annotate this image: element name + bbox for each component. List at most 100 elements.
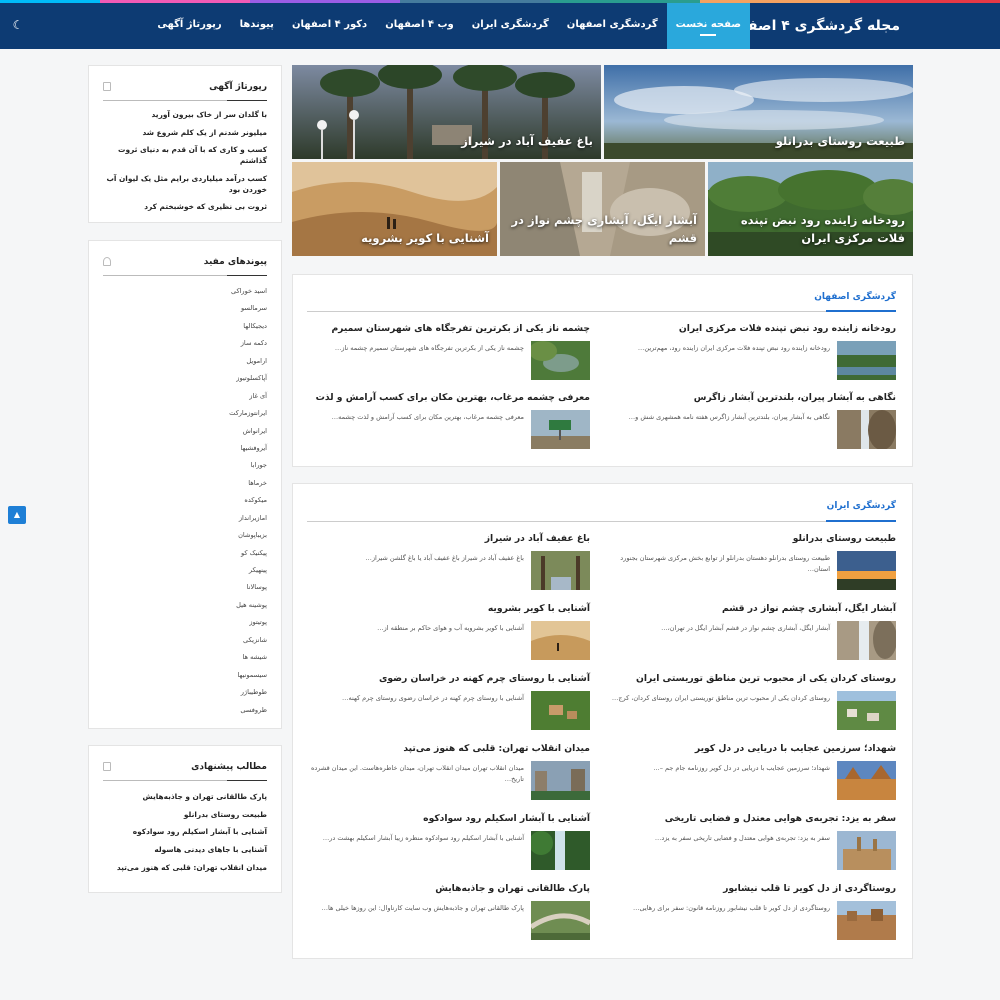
section-title[interactable]: گردشگری ایران — [827, 501, 896, 511]
nav-item-iran-tourism[interactable]: گردشگری ایران — [463, 3, 558, 49]
link-item[interactable]: خرماها — [97, 475, 267, 492]
link-item[interactable]: امازیرانداز — [97, 510, 267, 527]
post-excerpt: سفر به یزد: تجربه‌ی هوایی معتدل و فضایی … — [654, 834, 830, 842]
scroll-to-top-button[interactable]: ▲ — [8, 506, 26, 524]
river-thumbnail[interactable] — [837, 341, 896, 380]
link-item[interactable]: دکمه ساز — [97, 335, 267, 352]
link-item[interactable]: جورابا — [97, 457, 267, 474]
list-item[interactable]: میلیونر شدنم از یک کلم شروع شد — [97, 128, 267, 139]
post-item[interactable]: روستای کردان یکی از محبوب ترین مناطق تور… — [606, 673, 896, 731]
post-item[interactable]: چشمه ناز یکی از بکرترین تفرجگاه های شهرس… — [300, 323, 590, 381]
post-item[interactable]: باغ عفیف آباد در شیراز باغ عفیف آباد در … — [300, 533, 590, 591]
link-item[interactable]: ایرانتوزمارکت — [97, 405, 267, 422]
link-item[interactable]: پوتیتوز — [97, 614, 267, 631]
link-item[interactable]: ارامویل — [97, 353, 267, 370]
section-title[interactable]: گردشگری اصفهان — [814, 292, 896, 302]
canyon-thumbnail[interactable] — [837, 621, 896, 660]
waterfall-thumbnail[interactable] — [837, 410, 896, 449]
post-item[interactable]: سفر به یزد: تجربه‌ی هوایی معتدل و فضایی … — [606, 813, 896, 871]
sunset-thumbnail[interactable] — [837, 551, 896, 590]
yazd-thumbnail[interactable] — [837, 831, 896, 870]
post-title[interactable]: روستای کردان یکی از محبوب ترین مناطق تور… — [636, 673, 896, 684]
post-title[interactable]: پارک طالقانی تهران و جاذبه‌هایش — [435, 883, 590, 894]
hero-card-igal[interactable]: آبشار ایگل، آبشاری چشم نواز در قشم — [500, 162, 705, 256]
post-title[interactable]: آشنایی با روستای چرم کهنه در خراسان رضوی — [379, 673, 590, 684]
hero-card-zayandeh[interactable]: رودخانه زاینده رود نبض تپنده فلات مرکزی … — [708, 162, 913, 256]
list-item[interactable]: طبیعت روستای بدرانلو — [97, 810, 267, 821]
link-item[interactable]: آپاکسلوتیوز — [97, 370, 267, 387]
nav-item-home[interactable]: صفحه نخست — [666, 3, 750, 49]
park-thumbnail[interactable] — [531, 901, 590, 940]
list-item[interactable]: کسب و کاری که با آن قدم به دنیای ثروت گذ… — [97, 145, 267, 166]
post-item[interactable]: آشنایی با کویر بشرویه آشنایی با کویر بشر… — [300, 603, 590, 661]
link-item[interactable]: اسید خوراکی — [97, 283, 267, 300]
link-item[interactable]: پینهیکر — [97, 562, 267, 579]
hero-card-afifabad[interactable]: باغ عفیف آباد در شیراز — [292, 65, 601, 159]
post-item[interactable]: میدان انقلاب تهران: قلبی که هنوز می‌تپد … — [300, 743, 590, 801]
post-title[interactable]: نگاهی به آبشار پیران، بلندترین آبشار زاگ… — [694, 392, 896, 403]
nav-item-web4isfahan[interactable]: وب ۴ اصفهان — [376, 3, 463, 49]
post-title[interactable]: طبیعت روستای بدرانلو — [793, 533, 896, 544]
post-item[interactable]: روستاگردی از دل کویر تا قلب نیشابور روست… — [606, 883, 896, 941]
post-item[interactable]: آشنایی با روستای چرم کهنه در خراسان رضوی… — [300, 673, 590, 731]
nav-item-reportage[interactable]: رپورتاژ آگهی — [148, 3, 230, 49]
post-item[interactable]: آبشار ایگل، آبشاری چشم نواز در قشم آبشار… — [606, 603, 896, 661]
list-item[interactable]: با گلدان سر از خاک بیرون آورید — [97, 110, 267, 121]
link-item[interactable]: بزیباپوشان — [97, 527, 267, 544]
kaluts-thumbnail[interactable] — [837, 761, 896, 800]
city-square-thumbnail[interactable] — [531, 761, 590, 800]
link-item[interactable]: سرمالسو — [97, 300, 267, 317]
link-item[interactable]: پیکنیک کو — [97, 545, 267, 562]
post-title[interactable]: رودخانه زاینده رود نبض تپنده فلات مرکزی … — [679, 323, 896, 334]
list-item[interactable]: آشنایی با جاهای دیدنی هاسوله — [97, 845, 267, 856]
garden-thumbnail[interactable] — [531, 551, 590, 590]
post-item[interactable]: شهداد؛ سرزمین عجایب با دریایی در دل کویر… — [606, 743, 896, 801]
green-village-thumbnail[interactable] — [531, 691, 590, 730]
post-item[interactable]: نگاهی به آبشار پیران، بلندترین آبشار زاگ… — [606, 392, 896, 450]
nav-item-links[interactable]: پیوندها — [231, 3, 283, 49]
link-item[interactable]: ظروفسی — [97, 702, 267, 719]
nav-item-decor4isfahan[interactable]: دکور ۴ اصفهان — [283, 3, 376, 49]
post-item[interactable]: رودخانه زاینده رود نبض تپنده فلات مرکزی … — [606, 323, 896, 381]
link-item[interactable]: شانزیکی — [97, 632, 267, 649]
post-title[interactable]: باغ عفیف آباد در شیراز — [485, 533, 590, 544]
hero-card-badranlu[interactable]: طبیعت روستای بدرانلو — [604, 65, 913, 159]
road-sign-thumbnail[interactable] — [531, 410, 590, 449]
list-item[interactable]: ثروت بی نظیری که خوشبختم کرد — [97, 202, 267, 213]
link-item[interactable]: ایرانواش — [97, 423, 267, 440]
link-item[interactable]: پوسالانا — [97, 579, 267, 596]
forest-waterfall-thumbnail[interactable] — [531, 831, 590, 870]
link-item[interactable]: طوطیباژر — [97, 684, 267, 701]
village-thumbnail[interactable] — [837, 691, 896, 730]
link-item[interactable]: شیشه ها — [97, 649, 267, 666]
post-title[interactable]: آبشار ایگل، آبشاری چشم نواز در قشم — [722, 603, 896, 614]
post-item[interactable]: طبیعت روستای بدرانلو طبیعت روستای بدرانل… — [606, 533, 896, 591]
list-item[interactable]: کسب درآمد میلیاردی برایم مثل یک لیوان آب… — [97, 174, 267, 195]
post-title[interactable]: شهداد؛ سرزمین عجایب با دریایی در دل کویر — [695, 743, 896, 754]
spring-thumbnail[interactable] — [531, 341, 590, 380]
mud-village-thumbnail[interactable] — [837, 901, 896, 940]
post-item[interactable]: معرفی چشمه مرغاب، بهترین مکان برای کسب آ… — [300, 392, 590, 450]
post-title[interactable]: روستاگردی از دل کویر تا قلب نیشابور — [723, 883, 896, 894]
post-title[interactable]: سفر به یزد: تجربه‌ی هوایی معتدل و فضایی … — [665, 813, 896, 824]
link-item[interactable]: پوشینه هیل — [97, 597, 267, 614]
link-item[interactable]: سیسمونیها — [97, 667, 268, 684]
link-item[interactable]: آی غاز — [97, 388, 267, 405]
post-title[interactable]: میدان انقلاب تهران: قلبی که هنوز می‌تپد — [403, 743, 590, 754]
post-item[interactable]: پارک طالقانی تهران و جاذبه‌هایش پارک طال… — [300, 883, 590, 941]
list-item[interactable]: میدان انقلاب تهران: قلبی که هنوز می‌تپد — [97, 863, 267, 874]
post-title[interactable]: آشنایی با کویر بشرویه — [488, 603, 590, 614]
nav-item-isfahan-tourism[interactable]: گردشگری اصفهان — [558, 3, 667, 49]
moon-icon[interactable]: ☾ — [10, 17, 26, 33]
link-item[interactable]: میکوکده — [97, 492, 267, 509]
post-title[interactable]: آشنایی با آبشار اسکیلم رود سوادکوه — [423, 813, 590, 824]
list-item[interactable]: پارک طالقانی تهران و جاذبه‌هایش — [97, 792, 267, 803]
post-title[interactable]: معرفی چشمه مرغاب، بهترین مکان برای کسب آ… — [316, 392, 590, 403]
post-title[interactable]: چشمه ناز یکی از بکرترین تفرجگاه های شهرس… — [331, 323, 590, 334]
desert-thumbnail[interactable] — [531, 621, 590, 660]
list-item[interactable]: آشنایی با آبشار اسکیلم رود سوادکوه — [97, 827, 267, 838]
link-item[interactable]: دیجیکالها — [97, 318, 267, 335]
hero-card-boshrouyeh[interactable]: آشنایی با کویر بشرویه — [292, 162, 497, 256]
link-item[interactable]: آیروفشیها — [97, 440, 267, 457]
post-item[interactable]: آشنایی با آبشار اسکیلم رود سوادکوه آشنای… — [300, 813, 590, 871]
